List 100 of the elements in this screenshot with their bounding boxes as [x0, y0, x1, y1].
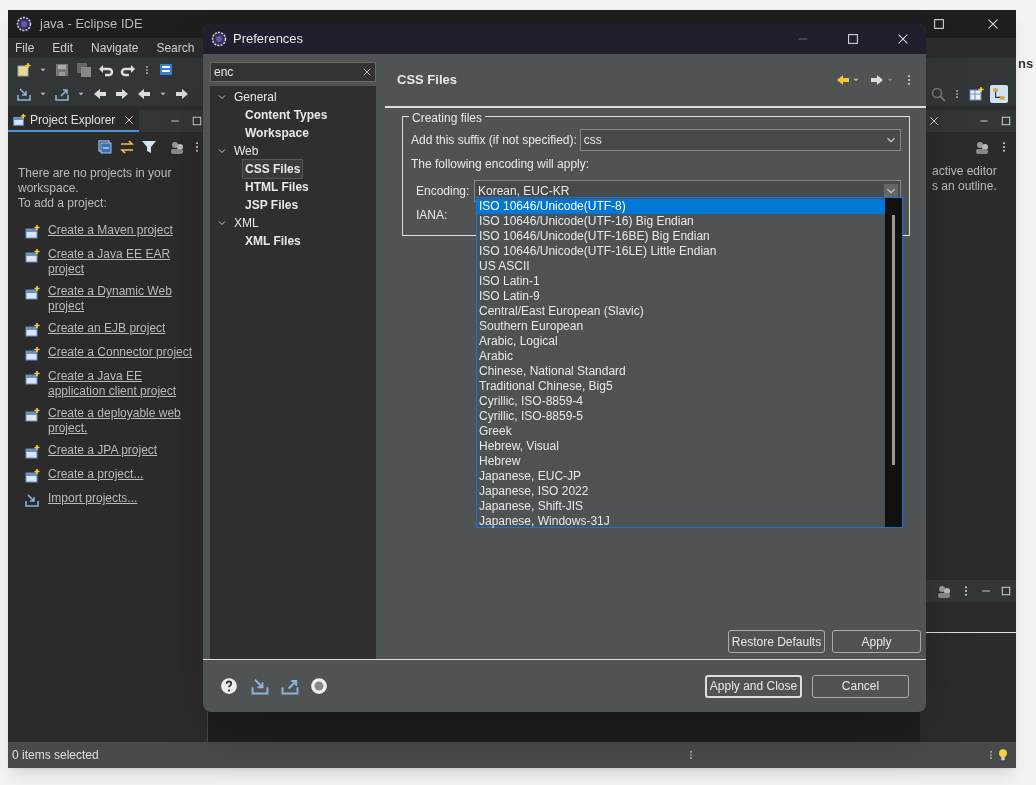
- dropdown-option[interactable]: Traditional Chinese, Big5: [477, 379, 885, 394]
- filter-field[interactable]: enc: [210, 62, 376, 82]
- link[interactable]: Create a project...: [48, 467, 197, 482]
- tree-item[interactable]: General: [231, 87, 280, 107]
- clear-icon[interactable]: [362, 67, 372, 77]
- lightbulb-icon[interactable]: [996, 748, 1010, 762]
- menu-item[interactable]: File: [15, 39, 35, 57]
- new-file-icon[interactable]: [16, 62, 32, 78]
- back-icon[interactable]: [92, 86, 108, 102]
- link[interactable]: Import projects...: [48, 491, 197, 506]
- dropdown-option[interactable]: Cyrillic, ISO-8859-5: [477, 409, 885, 424]
- scrollbar[interactable]: [885, 198, 902, 527]
- tree-item[interactable]: CSS Files: [242, 159, 304, 179]
- help-icon[interactable]: [220, 677, 238, 695]
- tree-item[interactable]: Content Types: [242, 105, 331, 125]
- dropdown-option[interactable]: Greek: [477, 424, 885, 439]
- page-button[interactable]: Restore Defaults: [728, 630, 825, 653]
- menu-item[interactable]: Edit: [52, 39, 74, 57]
- link[interactable]: Create a Maven project: [48, 223, 197, 238]
- close-icon[interactable]: [123, 114, 136, 126]
- redo-icon[interactable]: [120, 62, 136, 78]
- link[interactable]: Create a Java EE EAR project: [48, 247, 197, 277]
- people-icon[interactable]: [936, 583, 952, 599]
- tree-item[interactable]: JSP Files: [242, 195, 302, 215]
- dialog-title: Preferences: [233, 30, 304, 49]
- link[interactable]: Create a deployable web project.: [48, 406, 197, 436]
- scrollbar-thumb[interactable]: [892, 215, 895, 465]
- tree-item[interactable]: XML Files: [242, 231, 304, 251]
- link-editor-icon[interactable]: [119, 139, 135, 155]
- maximize-icon[interactable]: [1000, 115, 1012, 127]
- maximize-icon[interactable]: [846, 32, 860, 46]
- new-table-icon[interactable]: [968, 86, 984, 102]
- maximize-icon[interactable]: [191, 115, 203, 127]
- view-tab[interactable]: Project Explorer: [8, 110, 140, 132]
- suffix-combo[interactable]: css: [579, 129, 901, 151]
- link[interactable]: Create a Java EE application client project: [48, 369, 197, 399]
- link[interactable]: Create an EJB project: [48, 321, 197, 336]
- export-icon[interactable]: [54, 86, 70, 102]
- dropdown-option[interactable]: US ASCII: [477, 259, 885, 274]
- maximize-icon[interactable]: [932, 17, 946, 31]
- dialog-button[interactable]: Cancel: [812, 674, 909, 698]
- dropdown-option[interactable]: ISO Latin-9: [477, 289, 885, 304]
- import-icon[interactable]: [16, 86, 32, 102]
- dropdown-option[interactable]: Japanese, Windows-31J: [477, 514, 885, 529]
- dropdown-option[interactable]: Japanese, ISO 2022: [477, 484, 885, 499]
- link[interactable]: Create a Dynamic Web project: [48, 284, 197, 314]
- new-folder-icon: [24, 468, 40, 484]
- outline-message: active editor: [932, 164, 998, 179]
- new-folder-icon: [24, 444, 40, 460]
- dropdown-option[interactable]: ISO 10646/Unicode(UTF-16BE) Big Endian: [477, 229, 885, 244]
- search-icon[interactable]: [930, 86, 946, 102]
- tree-item[interactable]: HTML Files: [242, 177, 312, 197]
- menu-item[interactable]: Navigate: [91, 39, 139, 57]
- dropdown-option[interactable]: Hebrew: [477, 454, 885, 469]
- dropdown-option[interactable]: Central/East European (Slavic): [477, 304, 885, 319]
- import-icon[interactable]: [250, 676, 270, 696]
- import-icon: [24, 492, 40, 508]
- close-icon[interactable]: [928, 115, 940, 127]
- maximize-icon[interactable]: [1000, 585, 1012, 597]
- tree-item[interactable]: Web: [231, 141, 262, 161]
- new-folder-icon: [24, 322, 40, 338]
- window-icon[interactable]: [158, 62, 174, 78]
- close-icon[interactable]: [896, 32, 910, 46]
- window-title: java - Eclipse IDE: [40, 15, 143, 34]
- collapse-all-icon[interactable]: [97, 139, 113, 155]
- link[interactable]: Create a Connector project: [48, 345, 197, 360]
- forward-icon[interactable]: [114, 86, 130, 102]
- close-icon[interactable]: [986, 17, 1000, 31]
- field-label: Encoding:: [416, 183, 471, 200]
- tree-item[interactable]: XML: [231, 213, 262, 233]
- record-icon[interactable]: [310, 677, 328, 695]
- dropdown-option[interactable]: Arabic, Logical: [477, 334, 885, 349]
- dropdown-option[interactable]: ISO 10646/Unicode(UTF-16LE) Little Endian: [477, 244, 885, 259]
- tree-item[interactable]: Workspace: [242, 123, 312, 143]
- new-folder-icon: [24, 248, 40, 264]
- dropdown-option[interactable]: Japanese, Shift-JIS: [477, 499, 885, 514]
- save-icon[interactable]: [54, 62, 70, 78]
- dialog-button[interactable]: Apply and Close: [705, 674, 802, 698]
- menu-item[interactable]: Search: [156, 39, 195, 57]
- back-icon[interactable]: [835, 72, 851, 88]
- forward-icon[interactable]: [174, 86, 190, 102]
- dropdown-option[interactable]: Arabic: [477, 349, 885, 364]
- forward-icon[interactable]: [869, 72, 885, 88]
- dropdown-option[interactable]: Chinese, National Standard: [477, 364, 885, 379]
- background-text: ns: [1018, 55, 1034, 73]
- dropdown-option[interactable]: Japanese, EUC-JP: [477, 469, 885, 484]
- page-button[interactable]: Apply: [832, 630, 921, 653]
- dropdown-option[interactable]: Southern European: [477, 319, 885, 334]
- filter-icon[interactable]: [141, 139, 157, 155]
- dropdown-option[interactable]: ISO 10646/Unicode(UTF-16) Big Endian: [477, 214, 885, 229]
- back-icon[interactable]: [136, 86, 152, 102]
- dropdown-option[interactable]: Cyrillic, ISO-8859-4: [477, 394, 885, 409]
- dropdown-option[interactable]: Hebrew, Visual: [477, 439, 885, 454]
- people-icon[interactable]: [169, 139, 185, 155]
- dropdown-option[interactable]: ISO Latin-1: [477, 274, 885, 289]
- link[interactable]: Create a JPA project: [48, 443, 197, 458]
- people-icon[interactable]: [974, 139, 990, 155]
- new-folder-icon: [24, 346, 40, 362]
- save-all-icon[interactable]: [76, 62, 92, 78]
- dropdown-option[interactable]: ISO 10646/Unicode(UTF-8): [477, 199, 885, 214]
